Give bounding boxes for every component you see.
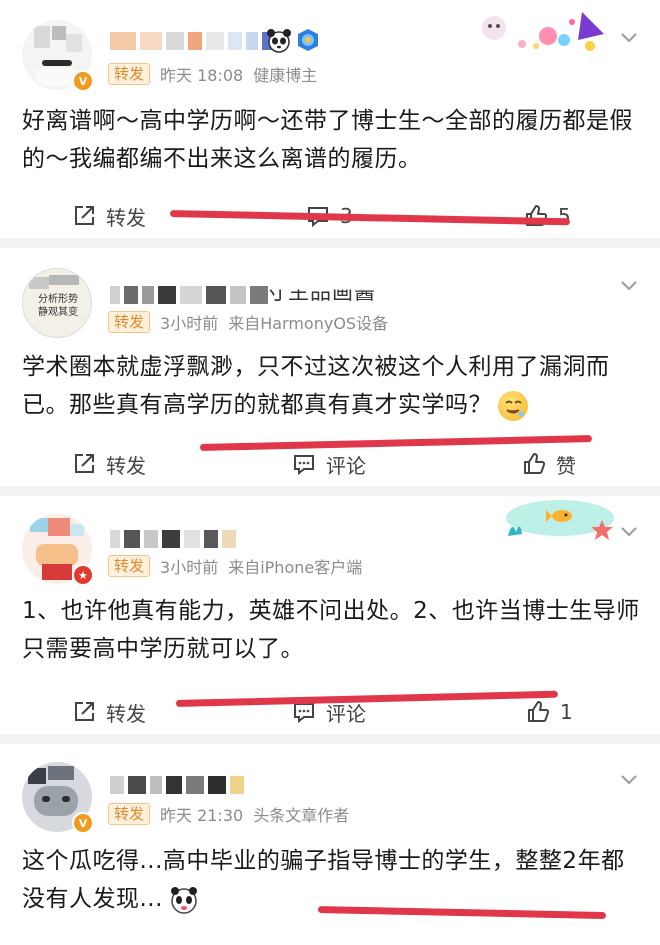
repost-button[interactable]: 转发 (72, 692, 146, 732)
post-1-avatar[interactable]: V (22, 20, 94, 92)
avatar: 分析形势 静观其变 (22, 268, 92, 338)
post-content: 好离谱啊～高中学历啊～还带了博士生～全部的履历都是假的～我编都编不出来这么离谱的… (22, 108, 633, 172)
repost-icon (72, 204, 96, 228)
verified-badge-icon: V (72, 70, 94, 92)
like-icon (522, 452, 546, 476)
post-meta: 转发 昨天 18:08 健康博主 (108, 62, 317, 86)
chevron-down-icon[interactable] (620, 522, 638, 540)
like-icon (526, 700, 550, 724)
drooling-emoji-icon (498, 390, 528, 421)
repost-tag: 转发 (108, 63, 151, 85)
repost-icon (72, 452, 96, 476)
panda-emoji-icon (168, 884, 199, 915)
post-meta: 转发 3小时前 来自iPhone客户端 (108, 554, 362, 578)
username-redacted[interactable] (110, 774, 244, 796)
repost-button[interactable]: 转发 (72, 444, 146, 484)
card-decoration (478, 6, 618, 56)
action-bar: 转发 评论 赞 (0, 444, 660, 484)
post-3-avatar[interactable]: ★ (22, 514, 94, 586)
panda-icon (266, 28, 292, 54)
post-source: 来自iPhone客户端 (228, 558, 363, 577)
repost-tag: 转发 (108, 555, 151, 577)
repost-label: 转发 (106, 205, 146, 230)
post-content: 1、也许他真有能力，英雄不问出处。2、也许当博士生导师只需要高中学历就可以了。 (22, 598, 640, 662)
like-button[interactable]: 赞 (522, 444, 576, 484)
post-source: 健康博主 (253, 66, 318, 85)
repost-label: 转发 (106, 701, 146, 726)
post-meta: 转发 昨天 21:30 头条文章作者 (108, 802, 349, 826)
post-time: 3小时前 (160, 558, 219, 577)
comment-icon (292, 452, 316, 476)
username-suffix[interactable]: 寸主品画酱 (266, 290, 376, 307)
post-time: 昨天 21:30 (160, 806, 244, 825)
post-2-avatar[interactable]: 分析形势 静观其变 (22, 268, 92, 338)
repost-button[interactable]: 转发 (72, 196, 146, 236)
post-time: 昨天 18:08 (160, 66, 244, 85)
post-4-avatar[interactable]: V (22, 762, 94, 834)
divider (0, 734, 660, 744)
avatar-text-2: 静观其变 (38, 307, 78, 318)
post-text: 这个瓜吃得...高中毕业的骗子指导博士的学生，整整2年都没有人发现... (22, 848, 625, 912)
chevron-down-icon[interactable] (620, 276, 638, 294)
like-label: 赞 (556, 453, 576, 478)
username-redacted[interactable] (110, 284, 268, 306)
card-decoration (492, 496, 620, 542)
divider (0, 238, 660, 248)
repost-label: 转发 (106, 453, 146, 478)
like-button[interactable]: 5 (524, 196, 571, 236)
red-badge-icon: ★ (72, 564, 94, 586)
username-redacted[interactable] (110, 528, 236, 550)
post-content: 学术圈本就虚浮飘渺，只不过这次被这个人利用了漏洞而已。那些真有高学历的就都真有真… (22, 348, 642, 424)
post-time: 3小时前 (160, 314, 219, 333)
repost-icon (72, 700, 96, 724)
verified-badge-icon: V (72, 812, 94, 834)
username-redacted[interactable] (110, 30, 272, 52)
post-source: 头条文章作者 (253, 806, 350, 825)
repost-tag: 转发 (108, 311, 151, 333)
post-1: V 转发 昨天 18:08 健康博主 好离谱啊～高中学历啊～还带了博士生～全部的… (0, 0, 660, 238)
post-meta: 转发 3小时前 来自HarmonyOS设备 (108, 310, 388, 334)
chevron-down-icon[interactable] (620, 770, 638, 788)
comment-button[interactable]: 评论 (292, 444, 366, 484)
post-2: 分析形势 静观其变 寸主品画酱 转发 3小时前 来自HarmonyOS设备 学术… (0, 248, 660, 486)
repost-tag: 转发 (108, 803, 151, 825)
post-source: 来自HarmonyOS设备 (228, 314, 389, 333)
like-count: 1 (560, 700, 573, 724)
vip-badge-icon (296, 28, 320, 52)
comment-label: 评论 (326, 453, 366, 478)
divider (0, 486, 660, 496)
chevron-down-icon[interactable] (620, 28, 638, 46)
avatar-text-1: 分析形势 (38, 294, 78, 305)
